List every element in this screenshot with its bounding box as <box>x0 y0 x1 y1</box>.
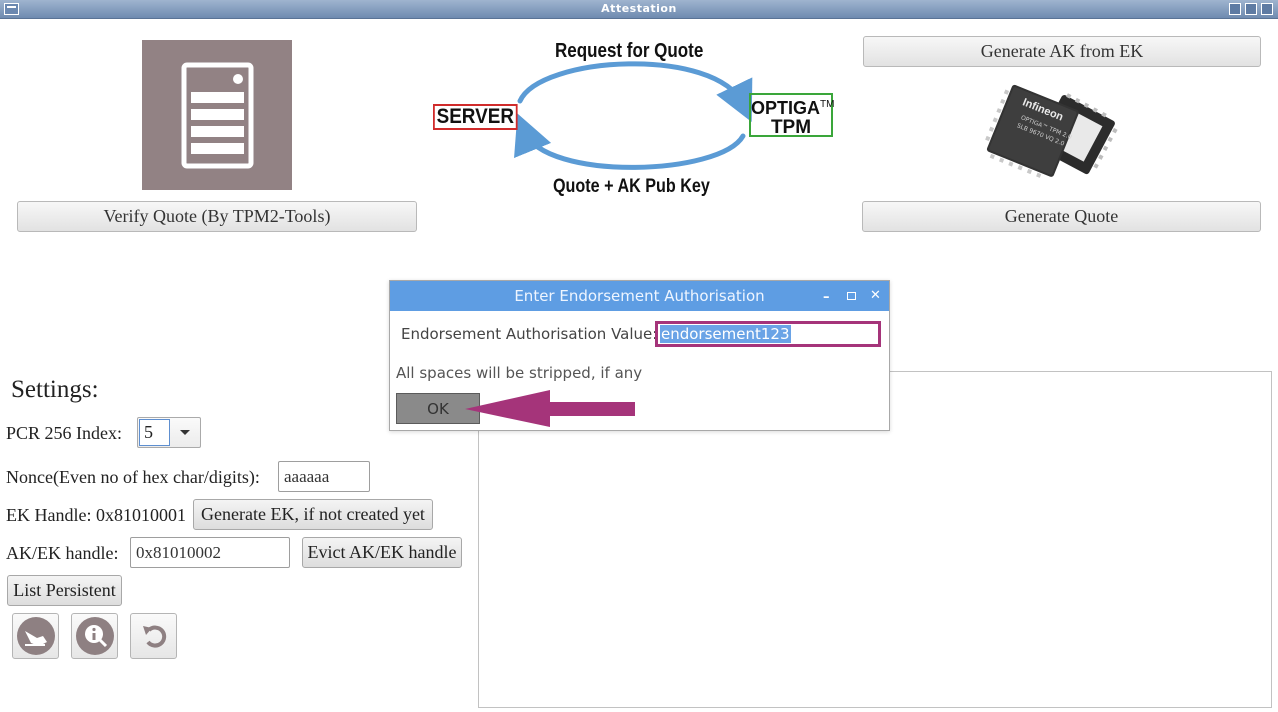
minimize-icon[interactable] <box>1229 3 1241 15</box>
diagram-response-label: Quote + AK Pub Key <box>553 176 710 197</box>
tpm-label-line1: OPTIGA <box>751 98 821 118</box>
swipe-icon <box>16 617 55 655</box>
list-persistent-button[interactable]: List Persistent <box>7 575 122 606</box>
ak-handle-input[interactable]: 0x81010002 <box>130 537 290 568</box>
info-button[interactable] <box>71 613 118 659</box>
generate-ek-button[interactable]: Generate EK, if not created yet <box>193 499 433 530</box>
tpm-trademark: TM <box>820 99 835 110</box>
info-icon <box>75 617 114 655</box>
dialog-titlebar: Enter Endorsement Authorisation <box>390 281 889 311</box>
refresh-icon <box>142 625 166 648</box>
nonce-label: Nonce(Even no of hex char/digits): <box>6 467 260 487</box>
tpm-label: OPTIGATM TPM <box>749 93 835 138</box>
endorsement-input-value[interactable]: endorsement123 <box>660 325 791 343</box>
maximize-icon[interactable] <box>1245 3 1257 15</box>
ak-handle-label: AK/EK handle: <box>6 543 119 563</box>
verify-quote-button[interactable]: Verify Quote (By TPM2-Tools) <box>17 201 417 232</box>
diagram-request-label: Request for Quote <box>555 40 704 62</box>
generate-quote-button[interactable]: Generate Quote <box>862 201 1261 232</box>
window-titlebar: Attestation <box>0 0 1278 19</box>
attestation-diagram: Request for Quote Quote + AK Pub Key SER… <box>425 36 845 204</box>
server-icon <box>142 40 292 190</box>
swipe-button[interactable] <box>12 613 59 659</box>
window-title: Attestation <box>601 2 677 15</box>
generate-ak-button[interactable]: Generate AK from EK <box>863 36 1261 67</box>
dialog-title: Enter Endorsement Authorisation <box>514 287 765 305</box>
pcr-index-select[interactable]: 5 <box>137 417 201 448</box>
chevron-down-icon[interactable] <box>180 430 190 435</box>
settings-heading: Settings: <box>11 376 99 403</box>
tpm-chip-image: Infineon OPTIGA™ TPM 2.0 SLB 9670 VQ 2.0 <box>985 80 1137 188</box>
ek-handle-label: EK Handle: 0x81010001 <box>6 505 186 525</box>
endorsement-input[interactable]: endorsement123 <box>655 321 881 347</box>
nonce-input[interactable]: aaaaaa <box>278 461 370 492</box>
server-label: SERVER <box>433 104 518 130</box>
tpm-label-line2: TPM <box>770 117 812 138</box>
dialog-maximize-icon[interactable] <box>847 292 856 300</box>
evict-handle-button[interactable]: Evict AK/EK handle <box>302 537 462 568</box>
dialog-minimize-icon[interactable]: – <box>823 290 830 305</box>
annotation-arrow-icon <box>465 390 635 427</box>
pcr-index-value[interactable]: 5 <box>139 419 170 446</box>
dialog-close-icon[interactable]: ✕ <box>870 288 881 303</box>
endorsement-field-label: Endorsement Authorisation Value: <box>401 325 658 343</box>
pcr-index-label: PCR 256 Index: <box>6 423 123 443</box>
close-icon[interactable] <box>1261 3 1273 15</box>
refresh-button[interactable] <box>130 613 177 659</box>
dialog-hint: All spaces will be stripped, if any <box>396 364 643 382</box>
